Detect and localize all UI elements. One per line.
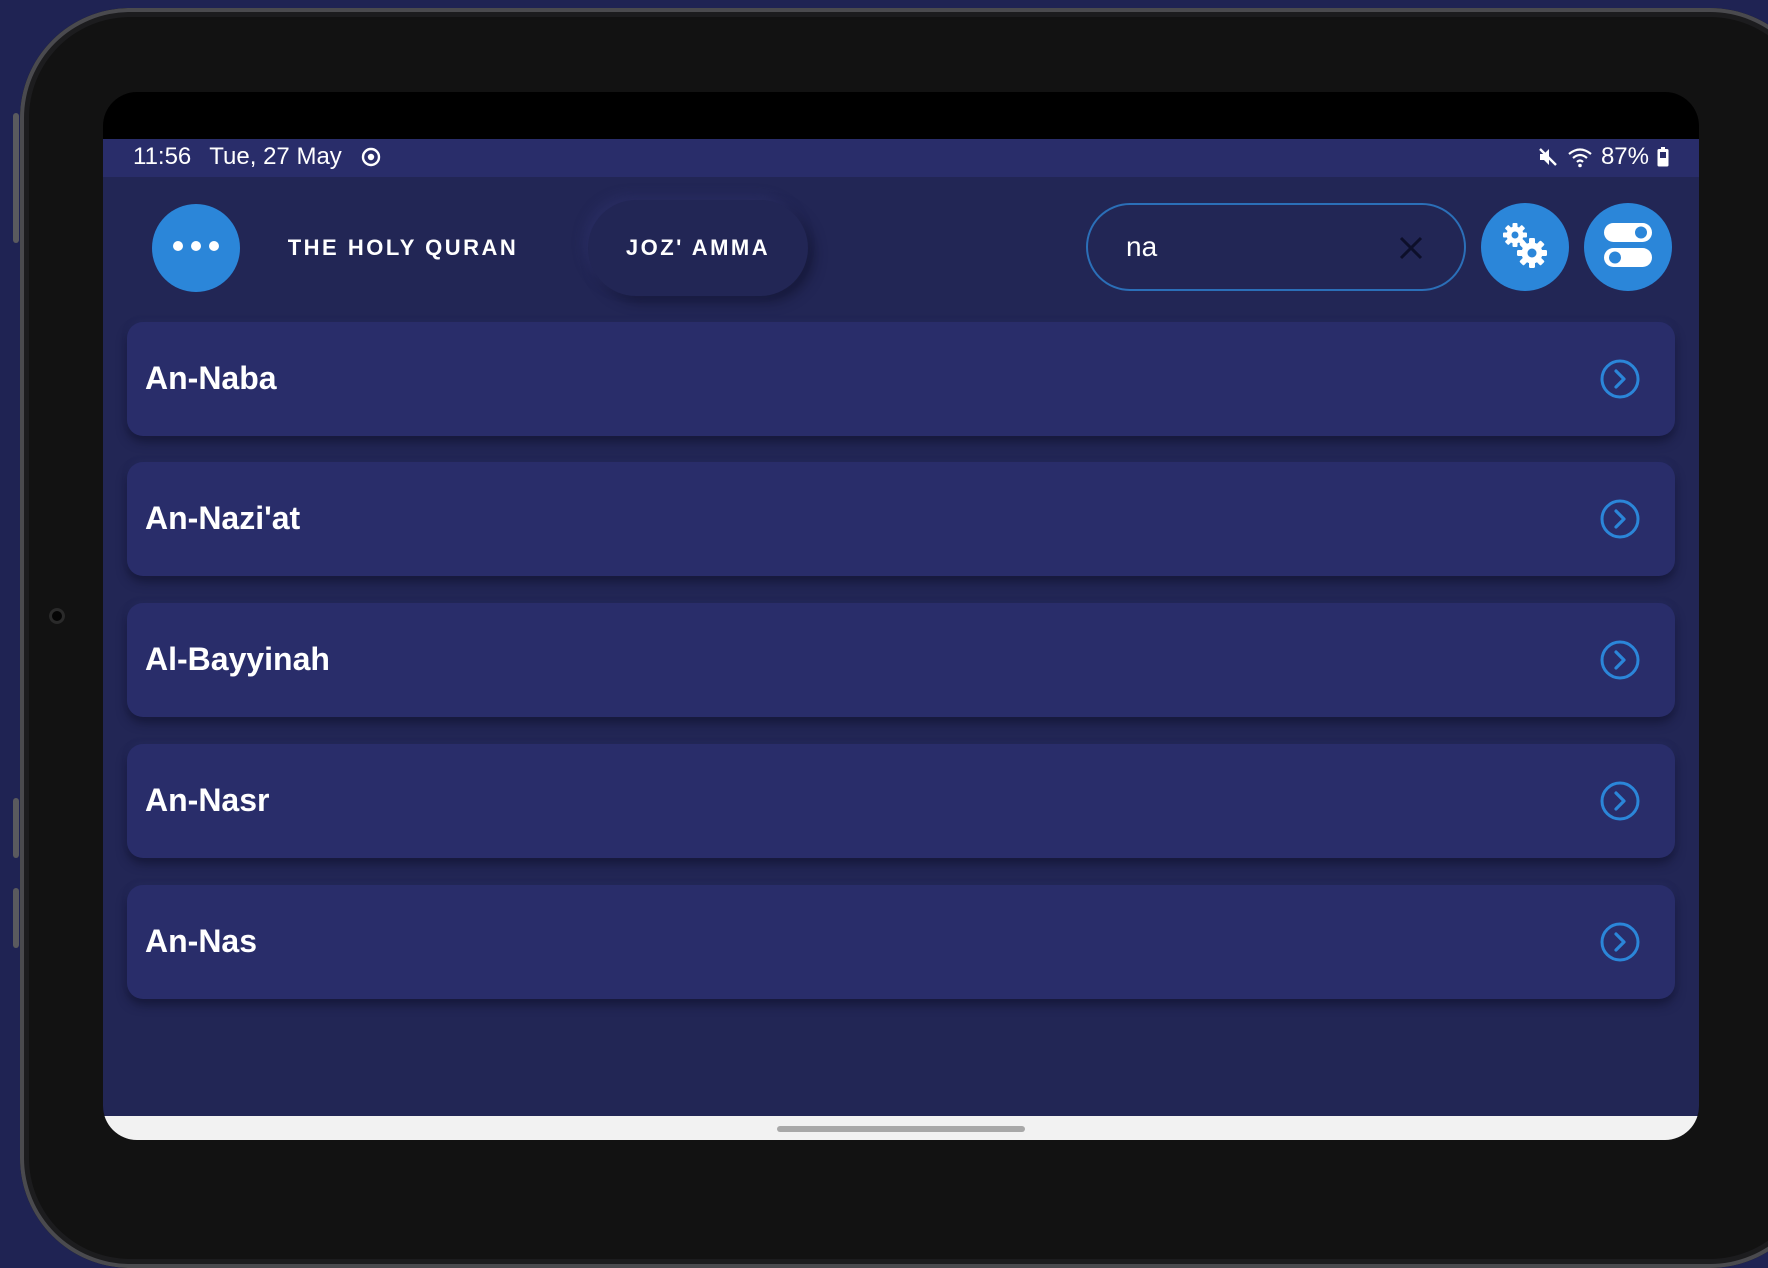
- list-item[interactable]: An-Nas: [127, 885, 1675, 999]
- chevron-right-circle-icon: [1599, 358, 1641, 400]
- surah-name: Al-Bayyinah: [145, 641, 330, 677]
- surah-name: An-Naba: [145, 360, 277, 396]
- mute-icon: [1537, 146, 1559, 168]
- more-dots-icon: [170, 239, 222, 258]
- close-icon: [1399, 236, 1423, 260]
- chevron-right-circle-icon: [1599, 498, 1641, 540]
- battery-percent: 87%: [1600, 143, 1649, 170]
- sync-icon: [360, 146, 382, 168]
- list-item[interactable]: Al-Bayyinah: [127, 603, 1675, 717]
- list-item[interactable]: An-Nasr: [127, 744, 1675, 858]
- surah-name: An-Nazi'at: [145, 500, 301, 536]
- wifi-icon: [1567, 146, 1593, 168]
- status-time: 11:56: [133, 143, 192, 170]
- tab-joz-amma[interactable]: JOZ' AMMA: [588, 200, 808, 296]
- status-bar: 11:56 Tue, 27 May 87%: [103, 139, 1699, 177]
- tab-holy-quran[interactable]: THE HOLY QURAN: [273, 200, 533, 296]
- toggle-switches-icon: [1603, 222, 1653, 273]
- clear-search-button[interactable]: [1396, 233, 1426, 263]
- app-window: 11:56 Tue, 27 May 87% THE HOLY QURAN JOZ…: [103, 139, 1699, 1140]
- volume-button: [13, 113, 19, 243]
- chevron-right-circle-icon: [1599, 780, 1641, 822]
- gears-icon: [1498, 218, 1552, 277]
- side-button: [13, 798, 19, 858]
- search-input[interactable]: [1126, 225, 1376, 269]
- search-box: [1086, 203, 1466, 291]
- surah-name: An-Nas: [145, 923, 258, 959]
- navigation-bar: [103, 1116, 1699, 1140]
- list-item[interactable]: An-Naba: [127, 322, 1675, 436]
- settings-button[interactable]: [1481, 203, 1569, 291]
- list-item[interactable]: An-Nazi'at: [127, 462, 1675, 576]
- battery-icon: [1657, 147, 1669, 167]
- chevron-right-circle-icon: [1599, 639, 1641, 681]
- front-camera: [49, 608, 65, 624]
- status-date: Tue, 27 May: [209, 143, 342, 170]
- more-menu-button[interactable]: [152, 204, 240, 292]
- surah-name: An-Nasr: [145, 782, 270, 818]
- side-button: [13, 888, 19, 948]
- screen: 11:56 Tue, 27 May 87% THE HOLY QURAN JOZ…: [103, 92, 1699, 1140]
- tab-label: THE HOLY QURAN: [287, 235, 519, 260]
- tab-label: JOZ' AMMA: [625, 235, 771, 260]
- home-indicator[interactable]: [777, 1126, 1025, 1132]
- chevron-right-circle-icon: [1599, 921, 1641, 963]
- toggle-view-button[interactable]: [1584, 203, 1672, 291]
